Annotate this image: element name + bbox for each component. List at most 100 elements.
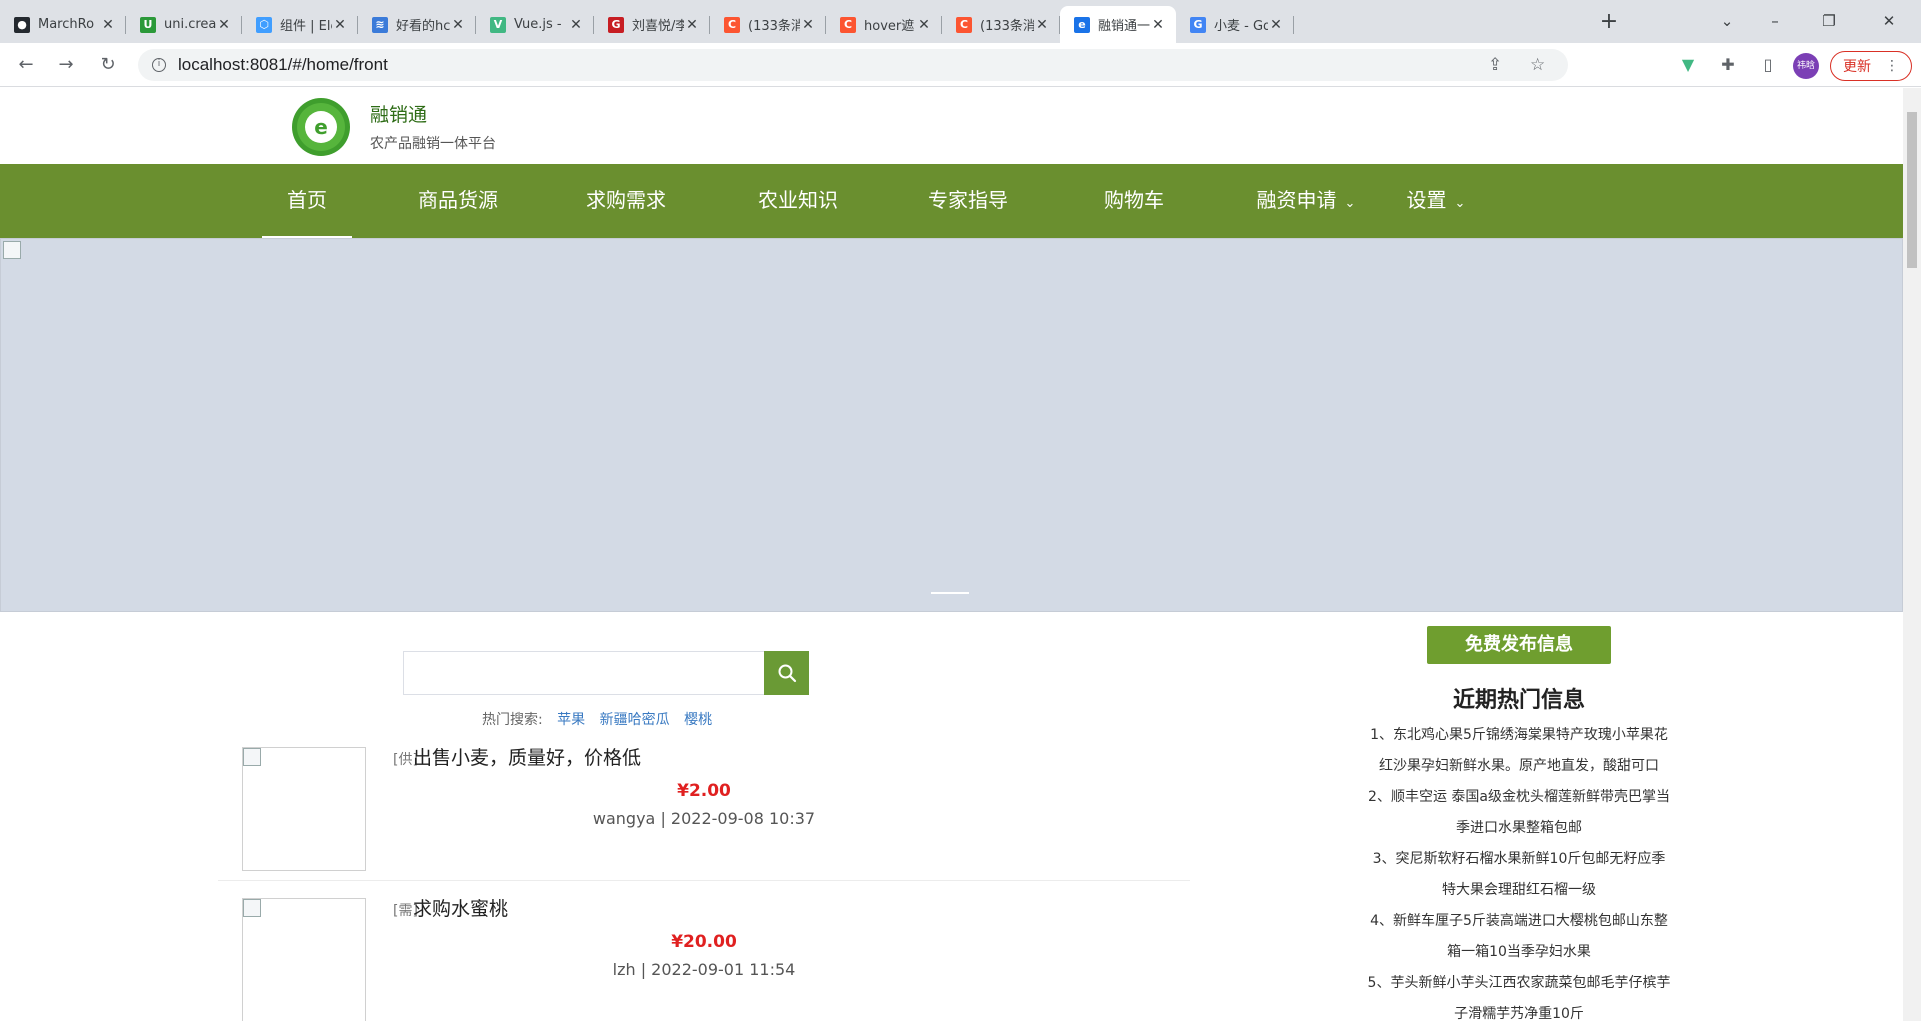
- csdn-icon: C: [840, 16, 856, 33]
- back-button[interactable]: ←: [12, 51, 40, 79]
- nav-item[interactable]: 专家指导: [918, 164, 1018, 238]
- nav-item-label: 融资申请: [1256, 188, 1337, 212]
- site-icon: e: [1074, 16, 1090, 33]
- profile-avatar[interactable]: 祎晗: [1793, 53, 1819, 79]
- tab-close-icon[interactable]: ✕: [100, 17, 116, 33]
- scrollbar-thumb[interactable]: [1907, 112, 1917, 268]
- search-input[interactable]: [403, 651, 765, 695]
- web-page: e 融销通 农产品融销一体平台 首页 商品货源 求购需求 农业知识 专家指导 购物车 融资申…: [0, 88, 1903, 1021]
- page-scrollbar[interactable]: [1903, 88, 1921, 1021]
- tab-title: 组件 | Ele: [280, 19, 332, 34]
- tab-close-icon[interactable]: ✕: [332, 17, 348, 33]
- new-tab-button[interactable]: +: [1595, 8, 1623, 36]
- list-item[interactable]: [需] 求购水蜜桃 ¥20.00 lzh | 2022-09-01 11:54: [218, 882, 1190, 1021]
- hot-info-line[interactable]: 1、东北鸡心果5斤锦绣海棠果特产玫瑰小苹果花: [1352, 720, 1686, 751]
- browser-tab[interactable]: ≋ 好看的hc ✕: [358, 6, 476, 43]
- nav-item[interactable]: 商品货源: [408, 164, 508, 238]
- hot-info-line[interactable]: 3、突尼斯软籽石榴水果新鲜10斤包邮无籽应季: [1352, 844, 1686, 875]
- google-icon: G: [1190, 16, 1206, 33]
- publish-info-button[interactable]: 免费发布信息: [1427, 626, 1611, 664]
- nav-item[interactable]: 购物车: [1090, 164, 1178, 238]
- browser-tab[interactable]: G 刘喜悦/李 ✕: [594, 6, 710, 43]
- tab-close-icon[interactable]: ✕: [916, 17, 932, 33]
- item-title[interactable]: 求购水蜜桃: [413, 894, 508, 921]
- tab-separator: [1293, 16, 1294, 34]
- window-close-button[interactable]: ✕: [1866, 6, 1912, 36]
- reload-button[interactable]: ↻: [94, 51, 122, 79]
- broken-image-icon: [3, 241, 21, 259]
- browser-tab[interactable]: ⬡ 组件 | Ele✕: [242, 6, 358, 43]
- nav-item[interactable]: 求购需求: [576, 164, 676, 238]
- browser-tab[interactable]: ● MarchRo ✕: [0, 6, 126, 43]
- browser-tab[interactable]: G 小麦 - Go ✕: [1176, 6, 1294, 43]
- tab-close-icon[interactable]: ✕: [684, 17, 700, 33]
- hot-info-line[interactable]: 4、新鲜车厘子5斤装高端进口大樱桃包邮山东整: [1352, 906, 1686, 937]
- tab-close-icon[interactable]: ✕: [1150, 17, 1166, 33]
- browser-tab[interactable]: Chover遮 ✕: [826, 6, 942, 43]
- search-button[interactable]: [764, 651, 809, 695]
- update-button[interactable]: 更新 ⋮: [1830, 51, 1912, 81]
- content-area: 热门搜索: 苹果 新疆哈密瓜 樱桃 [供] 出售小麦，质量好，价格低 ¥2.00…: [0, 612, 1903, 1021]
- hot-keyword[interactable]: 苹果: [557, 712, 585, 728]
- browser-tab[interactable]: V Vue.js - ✕: [476, 6, 594, 43]
- nav-item-label: 商品货源: [418, 188, 498, 212]
- tab-close-icon[interactable]: ✕: [1268, 17, 1284, 33]
- browser-tab[interactable]: C (133条消 ✕: [942, 6, 1060, 43]
- broken-image-icon: [243, 748, 261, 766]
- banner-carousel[interactable]: [0, 238, 1903, 612]
- tab-close-icon[interactable]: ✕: [800, 17, 816, 33]
- tab-close-icon[interactable]: ✕: [450, 17, 466, 33]
- address-bar[interactable]: i localhost:8081/#/home/front ⇪ ☆: [138, 49, 1568, 81]
- hot-search: 热门搜索: 苹果 新疆哈密瓜 樱桃: [482, 709, 712, 729]
- tab-title: 刘喜悦/李: [632, 19, 684, 34]
- side-panel-icon[interactable]: ▯: [1756, 53, 1780, 77]
- bookmark-star-icon[interactable]: ☆: [1530, 55, 1545, 75]
- tab-search-icon[interactable]: ⌄: [1704, 6, 1750, 36]
- tab-title: hover遮: [864, 19, 915, 34]
- site-header: e 融销通 农产品融销一体平台: [0, 88, 1903, 164]
- tab-close-icon[interactable]: ✕: [1034, 17, 1050, 33]
- address-url[interactable]: localhost:8081/#/home/front: [178, 55, 388, 75]
- tab-close-icon[interactable]: ✕: [216, 17, 232, 33]
- chevron-down-icon: ⌄: [1454, 196, 1466, 211]
- tab-title: uni.creat: [164, 17, 216, 32]
- site-logo-icon[interactable]: e: [288, 96, 354, 158]
- hot-keyword[interactable]: 新疆哈密瓜: [600, 712, 670, 728]
- carousel-indicator[interactable]: [931, 592, 969, 594]
- tab-title: MarchRo: [38, 17, 95, 32]
- nav-item-label: 购物车: [1104, 188, 1164, 212]
- forward-button[interactable]: →: [52, 51, 80, 79]
- site-info-icon[interactable]: i: [152, 58, 166, 72]
- restore-button[interactable]: ❐: [1806, 6, 1852, 36]
- hot-info-line[interactable]: 2、顺丰空运 泰国a级金枕头榴莲新鲜带壳巴掌当: [1352, 782, 1686, 813]
- tab-title: 小麦 - Go: [1214, 19, 1268, 34]
- item-title[interactable]: 出售小麦，质量好，价格低: [413, 743, 641, 770]
- csdn-icon: C: [956, 16, 972, 33]
- browser-tab[interactable]: C (133条消 ✕: [710, 6, 826, 43]
- extensions-puzzle-icon[interactable]: ✚: [1716, 53, 1740, 77]
- hot-info-line[interactable]: 季进口水果整箱包邮: [1352, 813, 1686, 844]
- nav-item[interactable]: 首页: [262, 164, 352, 238]
- browser-tab[interactable]: e 融销通一 ✕: [1060, 6, 1176, 43]
- item-meta: wangya | 2022-09-08 10:37: [592, 809, 816, 828]
- share-icon[interactable]: ⇪: [1488, 55, 1502, 75]
- broken-image-icon: [243, 899, 261, 917]
- nav-item[interactable]: 农业知识: [748, 164, 848, 238]
- tab-title: Vue.js -: [514, 17, 562, 32]
- minimize-button[interactable]: –: [1752, 6, 1798, 36]
- hot-info-line[interactable]: 特大果会理甜红石榴一级: [1352, 875, 1686, 906]
- hot-keyword[interactable]: 樱桃: [684, 712, 712, 728]
- browser-tab[interactable]: Uuni.creat ✕: [126, 6, 242, 43]
- list-item[interactable]: [供] 出售小麦，质量好，价格低 ¥2.00 wangya | 2022-09-…: [218, 731, 1190, 881]
- hot-info-line[interactable]: 5、芋头新鲜小芋头江西农家蔬菜包邮毛芋仔槟芋: [1352, 968, 1686, 999]
- hot-info-line[interactable]: 红沙果孕妇新鲜水果。原产地直发，酸甜可口: [1352, 751, 1686, 782]
- vue-devtools-icon[interactable]: ▼: [1676, 53, 1700, 77]
- hot-info-line[interactable]: 子滑糯芋艿净重10斤: [1352, 999, 1686, 1021]
- uniapp-icon: U: [140, 16, 156, 33]
- brand-subtitle: 农产品融销一体平台: [370, 136, 496, 152]
- tab-close-icon[interactable]: ✕: [568, 17, 584, 33]
- more-menu-icon[interactable]: ⋮: [1885, 58, 1899, 74]
- nav-item[interactable]: 融资申请 ⌄: [1246, 164, 1366, 238]
- nav-item[interactable]: 设置 ⌄: [1392, 164, 1480, 238]
- hot-info-line[interactable]: 箱一箱10当季孕妇水果: [1352, 937, 1686, 968]
